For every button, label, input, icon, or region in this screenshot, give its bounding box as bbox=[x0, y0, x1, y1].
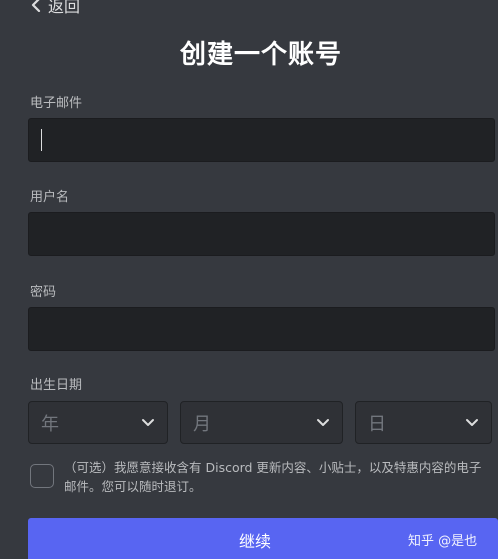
username-label: 用户名 bbox=[30, 190, 70, 205]
month-select[interactable]: 月 bbox=[180, 401, 343, 444]
consent-checkbox[interactable] bbox=[30, 464, 54, 488]
watermark: 知乎 @是也 bbox=[408, 534, 478, 549]
text-caret bbox=[41, 129, 42, 151]
back-link[interactable]: 返回 bbox=[30, 0, 80, 16]
chevron-down-icon bbox=[142, 418, 154, 426]
password-label: 密码 bbox=[30, 285, 57, 300]
year-select[interactable]: 年 bbox=[28, 401, 168, 444]
chevron-down-icon bbox=[317, 418, 329, 426]
year-placeholder: 年 bbox=[41, 413, 59, 435]
username-input[interactable] bbox=[28, 212, 495, 256]
page-title: 创建一个账号 bbox=[179, 40, 342, 70]
create-account-page: 返回 创建一个账号 电子邮件 用户名 密码 出生日期 年 月 日 （可选）我愿意… bbox=[0, 0, 498, 559]
birthdate-label: 出生日期 bbox=[30, 378, 83, 393]
email-input[interactable] bbox=[28, 118, 495, 162]
month-placeholder: 月 bbox=[193, 413, 211, 435]
day-placeholder: 日 bbox=[368, 413, 386, 435]
email-label: 电子邮件 bbox=[30, 96, 83, 111]
continue-label: 继续 bbox=[238, 532, 271, 551]
day-select[interactable]: 日 bbox=[355, 401, 492, 444]
back-label: 返回 bbox=[48, 0, 81, 16]
chevron-left-icon bbox=[31, 0, 41, 12]
password-input[interactable] bbox=[28, 307, 495, 351]
consent-text: （可选）我愿意接收含有 Discord 更新内容、小贴士，以及特惠内容的电子邮件… bbox=[64, 460, 482, 494]
chevron-down-icon bbox=[466, 418, 478, 426]
